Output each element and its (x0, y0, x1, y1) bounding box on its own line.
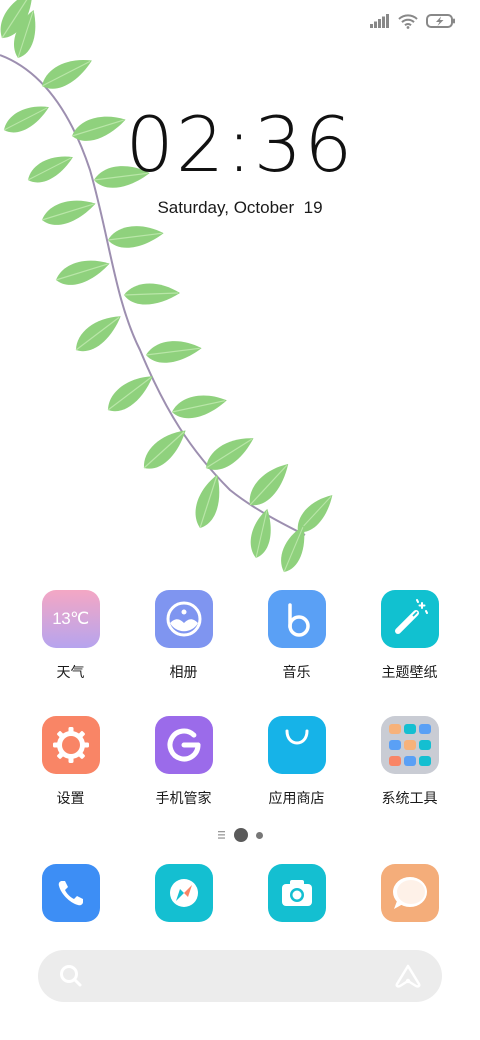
page-dot-active[interactable] (233, 828, 248, 842)
app-themes[interactable]: 主题壁纸 (353, 590, 466, 682)
dock-app-camera[interactable] (240, 864, 353, 922)
gallery-icon (154, 590, 213, 648)
clock-date[interactable]: Saturday, October 19 (0, 198, 480, 218)
app-label: 天气 (56, 665, 85, 681)
weather-temp: 13℃ (52, 609, 89, 628)
wifi-icon (398, 13, 418, 29)
phone-icon (41, 864, 100, 922)
menu-lines-icon (217, 831, 225, 839)
app-music[interactable]: 音乐 (240, 590, 353, 682)
app-label: 手机管家 (155, 791, 212, 807)
browser-icon (154, 864, 213, 922)
security-icon (154, 716, 213, 774)
folder-icon (380, 716, 439, 774)
app-store[interactable]: 应用商店 (240, 716, 353, 808)
app-store-icon (267, 716, 326, 774)
settings-icon (41, 716, 100, 774)
dock-app-browser[interactable] (127, 864, 240, 922)
search-icon[interactable] (58, 963, 84, 989)
page-indicator[interactable] (0, 828, 480, 842)
app-grid-row-2: 设置 手机管家 应用商店 系统工具 (14, 716, 466, 808)
page-dot[interactable] (255, 831, 263, 839)
app-folder-tools[interactable]: 系统工具 (353, 716, 466, 808)
app-security[interactable]: 手机管家 (127, 716, 240, 808)
clock-time[interactable]: 02:36 (0, 100, 480, 189)
search-bar[interactable] (38, 950, 442, 1002)
dock-app-messages[interactable] (353, 864, 466, 922)
app-grid-row-1: 13℃ 天气 相册 音乐 主题壁纸 (14, 590, 466, 682)
app-label: 主题壁纸 (381, 665, 438, 681)
app-settings[interactable]: 设置 (14, 716, 127, 808)
camera-icon (267, 864, 326, 922)
themes-icon (380, 590, 439, 648)
battery-charging-icon (426, 14, 455, 28)
app-gallery[interactable]: 相册 (127, 590, 240, 682)
weather-icon: 13℃ (41, 590, 100, 648)
assistant-icon[interactable] (394, 963, 422, 989)
app-weather[interactable]: 13℃ 天气 (14, 590, 127, 682)
app-label: 设置 (56, 791, 85, 807)
music-icon (267, 590, 326, 648)
messaging-icon (380, 864, 439, 922)
wallpaper-vine (0, 0, 341, 577)
status-bar (370, 10, 456, 32)
dock-app-phone[interactable] (14, 864, 127, 922)
app-label: 相册 (169, 665, 198, 681)
dock (14, 864, 466, 922)
app-label: 应用商店 (268, 791, 325, 807)
app-label: 音乐 (282, 665, 311, 681)
app-label: 系统工具 (381, 791, 438, 807)
signal-icon (370, 14, 389, 28)
